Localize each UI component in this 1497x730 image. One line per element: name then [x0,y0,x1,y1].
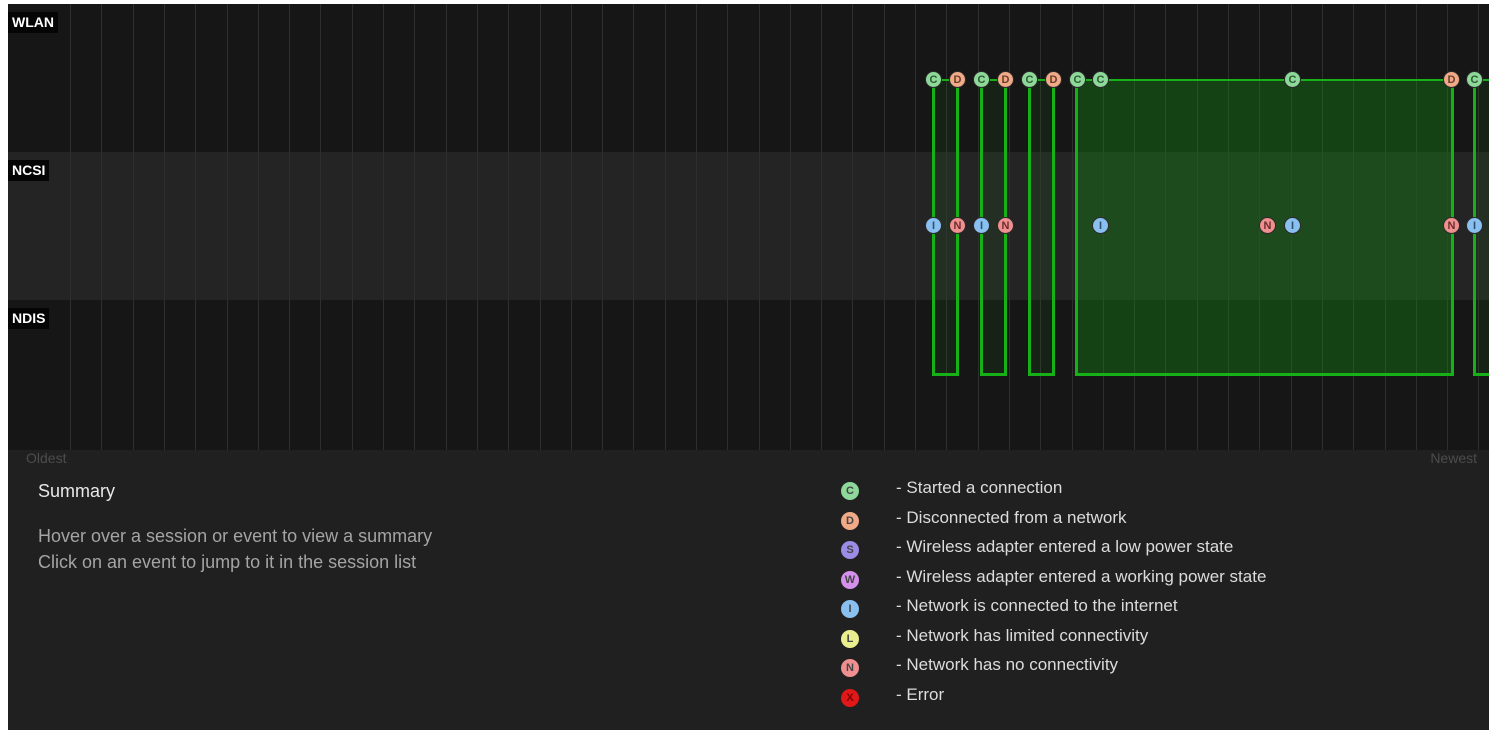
gridline [70,4,71,450]
legend-label: - Network is connected to the internet [896,596,1178,615]
lane-label-ndis: NDIS [8,308,50,329]
event-marker-connect[interactable]: C [925,71,942,88]
legend-label: - Disconnected from a network [896,507,1127,527]
gridline [258,4,259,450]
gridline [227,4,228,450]
event-marker-disconnect[interactable]: D [1045,71,1062,88]
axis-label-oldest: Oldest [26,450,67,466]
event-marker-disconnect[interactable]: D [949,71,966,88]
legend-label: - Network has no connectivity [896,655,1119,674]
gridline [133,4,134,450]
wireless-report-panel: WLAN NCSI NDIS C D C D C D C C C D C I N… [8,4,1489,730]
internet-connected-icon: I [841,600,859,618]
event-marker-internet[interactable]: I [1466,217,1483,234]
session-block[interactable] [1028,79,1055,376]
disconnected-icon: D [841,511,859,530]
gridline [289,4,290,450]
event-marker-internet[interactable]: I [1092,217,1109,234]
lane-label-ncsi: NCSI [8,160,50,181]
gridline [383,4,384,450]
gridline [696,4,697,450]
gridline [915,4,916,450]
event-marker-internet[interactable]: I [1284,217,1301,234]
gridline [759,4,760,450]
started-connection-icon: C [841,482,859,500]
event-marker-no-connectivity[interactable]: N [1259,217,1276,234]
gridline [665,4,666,450]
low-power-icon: S [841,541,859,559]
gridline [821,4,822,450]
summary-hint-click: Click on an event to jump to it in the s… [38,552,417,572]
event-marker-connect[interactable]: C [1092,71,1109,88]
gridline [884,4,885,450]
gridline [446,4,447,450]
gridline [320,4,321,450]
gridline [790,4,791,450]
legend-label: - Network has limited connectivity [896,625,1149,645]
event-marker-internet[interactable]: I [973,217,990,234]
gridline [101,4,102,450]
gridline [602,4,603,450]
gridline [633,4,634,450]
no-connectivity-icon: N [841,659,859,677]
limited-connectivity-icon: L [841,629,859,648]
event-marker-internet[interactable]: I [925,217,942,234]
gridline [477,4,478,450]
event-marker-disconnect[interactable]: D [997,71,1014,88]
event-marker-connect[interactable]: C [1021,71,1038,88]
error-icon: X [841,688,859,707]
gridline [164,4,165,450]
event-marker-connect[interactable]: C [973,71,990,88]
event-marker-connect[interactable]: C [1466,71,1483,88]
event-marker-connect[interactable]: C [1284,71,1301,88]
lane-label-wlan: WLAN [8,12,58,33]
legend-label: - Error [896,684,945,704]
event-marker-no-connectivity[interactable]: N [997,217,1014,234]
gridline [195,4,196,450]
event-marker-no-connectivity[interactable]: N [949,217,966,234]
legend-label: - Wireless adapter entered a working pow… [896,566,1267,586]
summary-hint-hover: Hover over a session or event to view a … [38,526,433,546]
legend-label: - Wireless adapter entered a low power s… [896,537,1234,556]
gridline [852,4,853,450]
gridline [352,4,353,450]
gridline [727,4,728,450]
gridline [508,4,509,450]
legend-label: - Started a connection [896,478,1063,497]
event-marker-disconnect[interactable]: D [1443,71,1460,88]
axis-label-newest: Newest [1430,450,1477,466]
gridline [540,4,541,450]
summary-title: Summary [38,481,116,501]
event-marker-connect[interactable]: C [1069,71,1086,88]
gridline [414,4,415,450]
working-power-icon: W [841,570,859,589]
gridline [571,4,572,450]
event-marker-no-connectivity[interactable]: N [1443,217,1460,234]
session-timeline: WLAN NCSI NDIS C D C D C D C C C D C I N… [8,4,1489,450]
